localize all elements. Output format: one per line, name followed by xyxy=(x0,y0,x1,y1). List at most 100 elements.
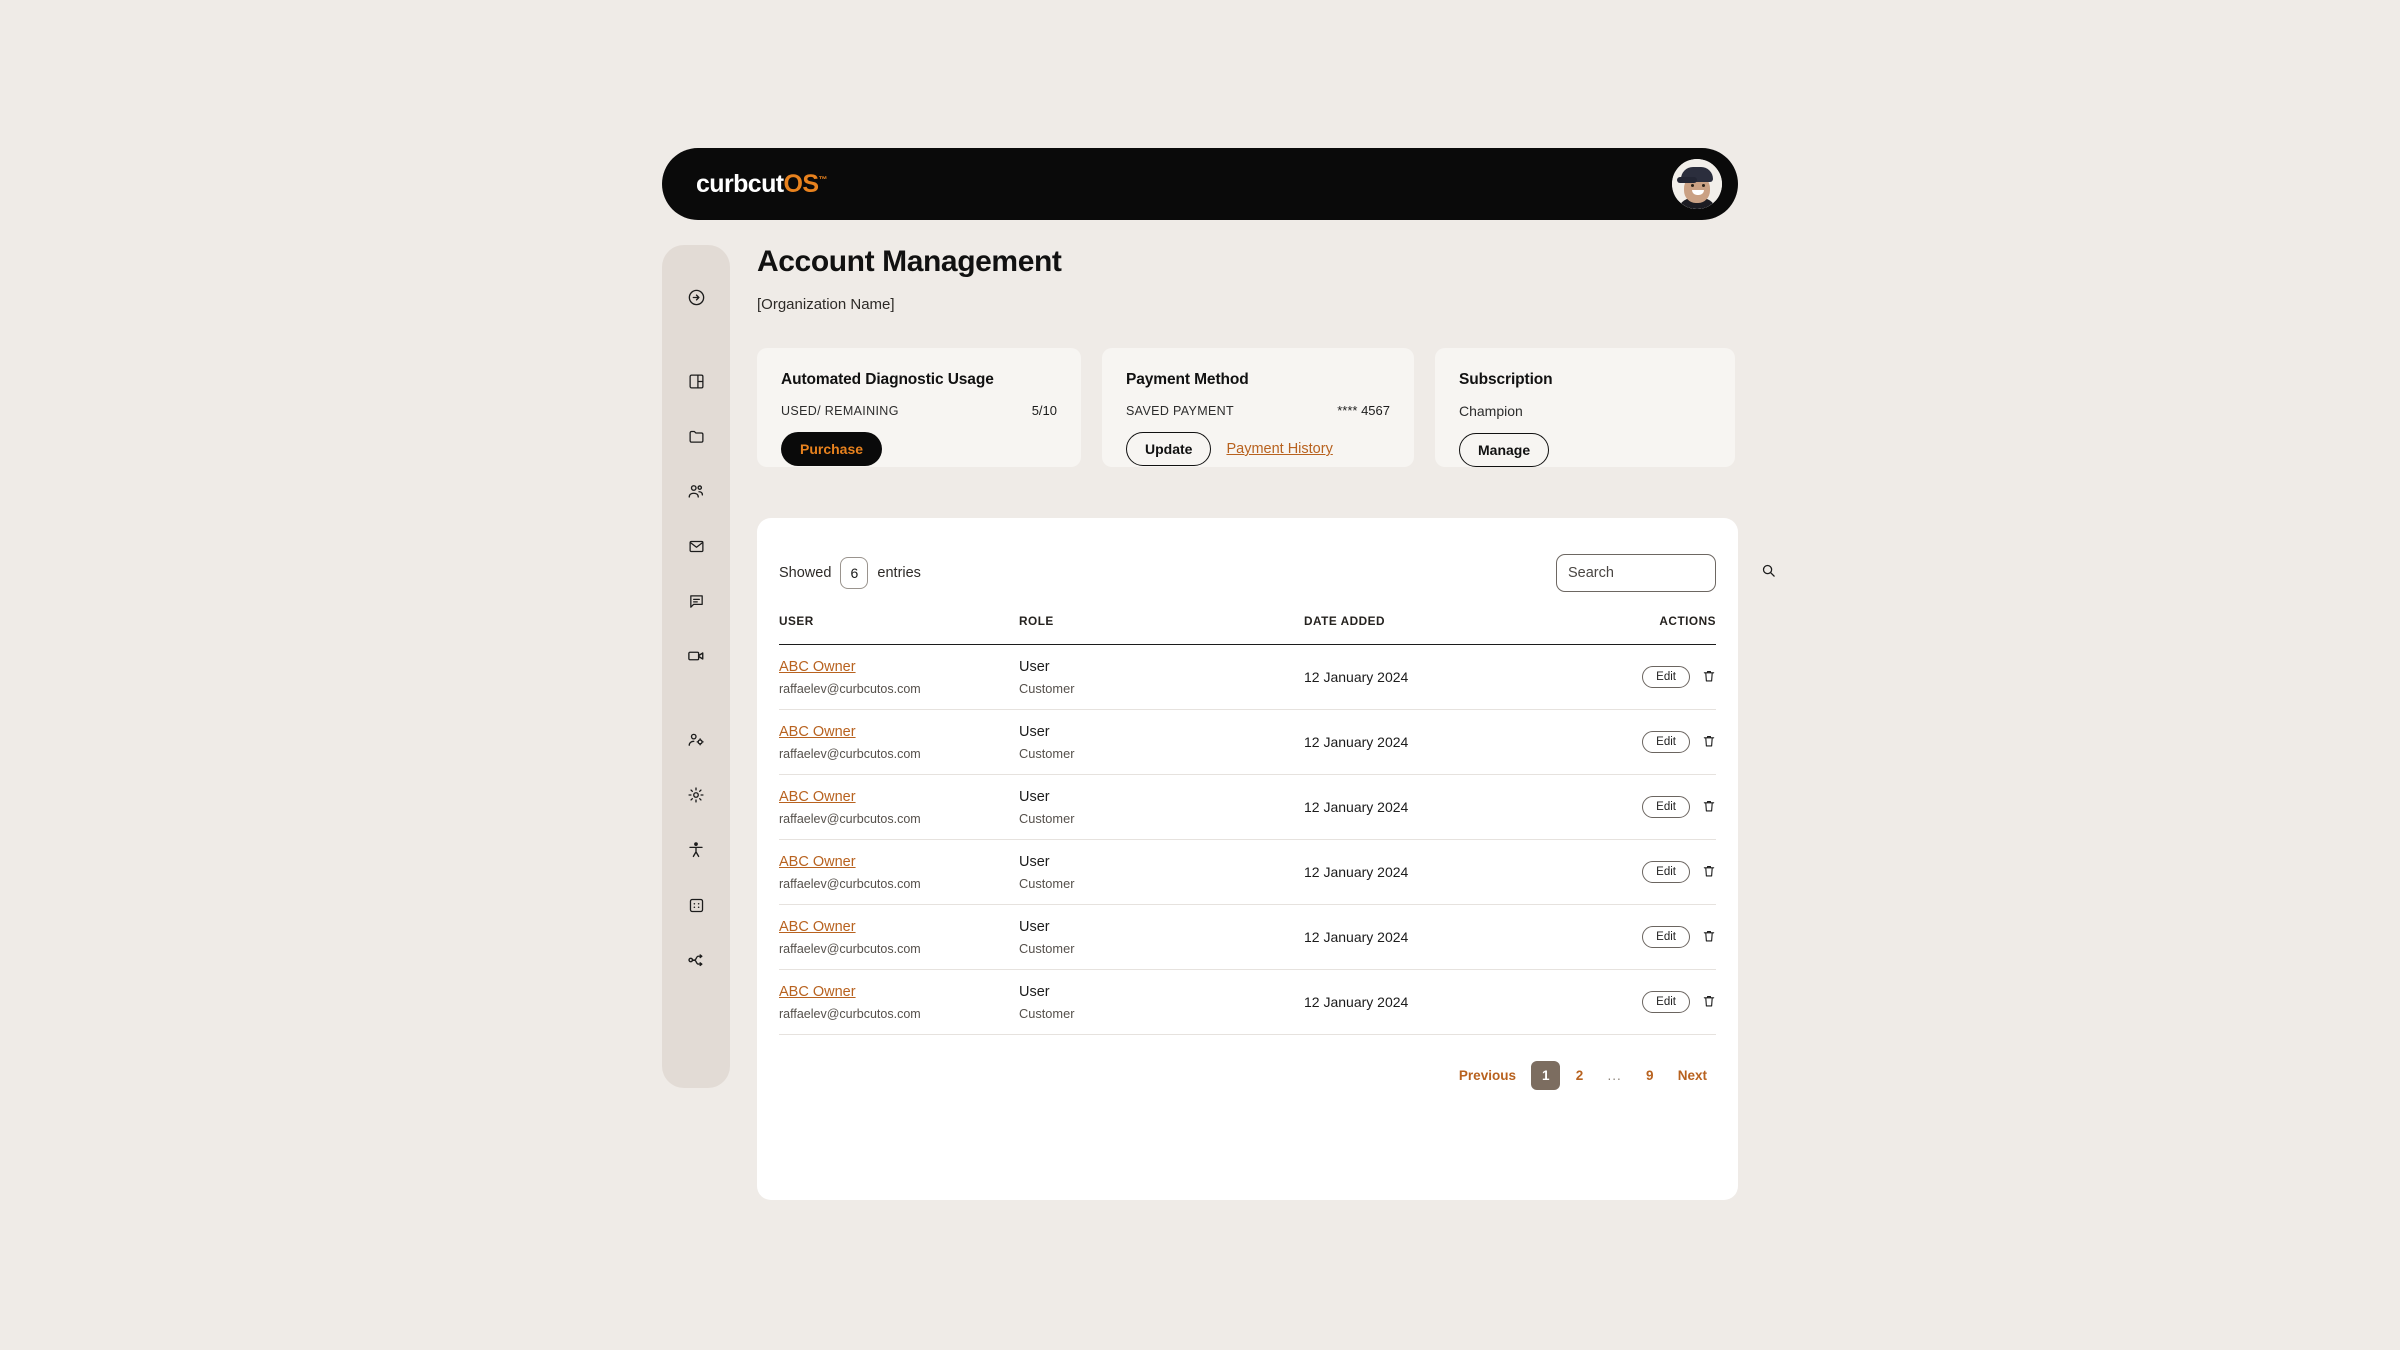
sidebar-item-settings[interactable] xyxy=(679,778,713,812)
organization-name: [Organization Name] xyxy=(757,296,895,313)
sidebar-item-messages[interactable] xyxy=(679,584,713,618)
card-subscription: Subscription Champion Manage xyxy=(1435,348,1735,467)
trash-icon[interactable] xyxy=(1702,734,1716,748)
edit-button[interactable]: Edit xyxy=(1642,731,1690,753)
user-email: raffaelev@curbcutos.com xyxy=(779,877,921,891)
update-payment-button[interactable]: Update xyxy=(1126,432,1212,466)
edit-button[interactable]: Edit xyxy=(1642,991,1690,1013)
cell-role: User Customer xyxy=(1019,644,1304,710)
role-name: User xyxy=(1019,788,1050,805)
layout-panel-icon xyxy=(688,373,705,390)
user-name-link[interactable]: ABC Owner xyxy=(779,789,856,805)
trash-icon[interactable] xyxy=(1702,994,1716,1008)
cell-user: ABC Owner raffaelev@curbcutos.com xyxy=(779,644,1019,710)
sidebar-item-workflow[interactable] xyxy=(679,943,713,977)
cell-user: ABC Owner raffaelev@curbcutos.com xyxy=(779,904,1019,970)
search-input[interactable] xyxy=(1568,565,1755,581)
users-table-card: Showed 6 entries USER ROLE DATE ADDED xyxy=(757,518,1775,1200)
table-row: ABC Owner raffaelev@curbcutos.com User Cust… xyxy=(779,709,1716,775)
user-email: raffaelev@curbcutos.com xyxy=(779,942,921,956)
cell-date-added: 12 January 2024 xyxy=(1304,904,1604,970)
purchase-button[interactable]: Purchase xyxy=(781,432,883,466)
folder-icon xyxy=(688,428,705,445)
cell-actions: Edit xyxy=(1604,644,1716,710)
column-header-actions: ACTIONS xyxy=(1604,614,1716,645)
top-bar: curbcutOS™ xyxy=(662,148,1738,220)
avatar-cap-brim xyxy=(1677,177,1697,183)
brand-logo[interactable]: curbcutOS™ xyxy=(696,170,827,199)
search-icon[interactable] xyxy=(1761,563,1776,583)
role-name: User xyxy=(1019,983,1050,1000)
user-email: raffaelev@curbcutos.com xyxy=(779,682,921,696)
arrow-right-circle-icon xyxy=(687,288,706,307)
sidebar-item-dashboard[interactable] xyxy=(679,364,713,398)
card-actions: Manage xyxy=(1459,433,1711,467)
user-gear-icon xyxy=(687,731,705,749)
cell-actions: Edit xyxy=(1604,969,1716,1035)
manage-subscription-button[interactable]: Manage xyxy=(1459,433,1550,467)
trash-icon[interactable] xyxy=(1702,929,1716,943)
edit-button[interactable]: Edit xyxy=(1642,666,1690,688)
sidebar-item-people[interactable] xyxy=(679,474,713,508)
user-name-link[interactable]: ABC Owner xyxy=(779,724,856,740)
pagination-page-2[interactable]: 2 xyxy=(1566,1063,1592,1088)
pagination-next[interactable]: Next xyxy=(1669,1063,1716,1088)
search-box[interactable] xyxy=(1556,554,1775,592)
role-name: User xyxy=(1019,918,1050,935)
trash-icon[interactable] xyxy=(1702,669,1716,683)
user-name-link[interactable]: ABC Owner xyxy=(779,659,856,675)
cell-role: User Customer xyxy=(1019,709,1304,775)
pagination-previous[interactable]: Previous xyxy=(1450,1063,1525,1088)
sidebar-item-video[interactable] xyxy=(679,639,713,673)
edit-button[interactable]: Edit xyxy=(1642,796,1690,818)
edit-button[interactable]: Edit xyxy=(1642,861,1690,883)
cell-user: ABC Owner raffaelev@curbcutos.com xyxy=(779,969,1019,1035)
table-row: ABC Owner raffaelev@curbcutos.com User Cust… xyxy=(779,904,1716,970)
role-name: User xyxy=(1019,723,1050,740)
sidebar-item-expand-sidebar[interactable] xyxy=(679,280,713,314)
trash-icon[interactable] xyxy=(1702,864,1716,878)
grid-apps-icon xyxy=(688,897,705,914)
payment-history-link[interactable]: Payment History xyxy=(1226,441,1332,457)
user-name-link[interactable]: ABC Owner xyxy=(779,854,856,870)
pagination-page-9[interactable]: 9 xyxy=(1637,1063,1663,1088)
trash-icon[interactable] xyxy=(1702,799,1716,813)
avatar[interactable] xyxy=(1672,159,1722,209)
user-name-link[interactable]: ABC Owner xyxy=(779,984,856,1000)
sidebar-item-files[interactable] xyxy=(679,419,713,453)
table-head: USER ROLE DATE ADDED ACTIONS xyxy=(779,614,1716,645)
user-email: raffaelev@curbcutos.com xyxy=(779,1007,921,1021)
cell-role: User Customer xyxy=(1019,839,1304,905)
cell-date-added: 12 January 2024 xyxy=(1304,969,1604,1035)
column-header-role: ROLE xyxy=(1019,614,1304,645)
sidebar-item-user-settings[interactable] xyxy=(679,723,713,757)
sidebar-item-accessibility[interactable] xyxy=(679,833,713,867)
cell-user: ABC Owner raffaelev@curbcutos.com xyxy=(779,774,1019,840)
users-icon xyxy=(687,482,705,500)
sidebar-item-mail[interactable] xyxy=(679,529,713,563)
brand-name-accent: OS xyxy=(783,169,819,198)
edit-button[interactable]: Edit xyxy=(1642,926,1690,948)
sidebar-item-apps[interactable] xyxy=(679,888,713,922)
table-row: ABC Owner raffaelev@curbcutos.com User Cust… xyxy=(779,839,1716,905)
table-header-row: USER ROLE DATE ADDED ACTIONS xyxy=(779,614,1716,645)
flow-branch-icon xyxy=(687,951,705,969)
users-table: USER ROLE DATE ADDED ACTIONS ABC Owner ra… xyxy=(779,614,1716,1035)
page-title: Account Management xyxy=(757,245,1062,278)
gear-icon xyxy=(687,786,705,804)
card-title: Payment Method xyxy=(1126,371,1249,388)
app-root: curbcutOS™ Account Management [Organizat… xyxy=(0,0,2400,1350)
cell-user: ABC Owner raffaelev@curbcutos.com xyxy=(779,709,1019,775)
entries-count-input[interactable]: 6 xyxy=(840,557,869,589)
cell-date-added: 12 January 2024 xyxy=(1304,644,1604,710)
pagination: Previous 1 2 ... 9 Next xyxy=(779,1061,1716,1090)
trademark-symbol: ™ xyxy=(818,174,828,185)
role-name: User xyxy=(1019,658,1050,675)
pagination-page-1[interactable]: 1 xyxy=(1530,1061,1561,1090)
user-name-link[interactable]: ABC Owner xyxy=(779,919,856,935)
card-payment-method: Payment Method SAVED PAYMENT **** 4567 U… xyxy=(1102,348,1414,467)
role-subtype: Customer xyxy=(1019,680,1075,696)
table-toolbar: Showed 6 entries xyxy=(779,540,1775,592)
role-subtype: Customer xyxy=(1019,940,1075,956)
cell-role: User Customer xyxy=(1019,904,1304,970)
